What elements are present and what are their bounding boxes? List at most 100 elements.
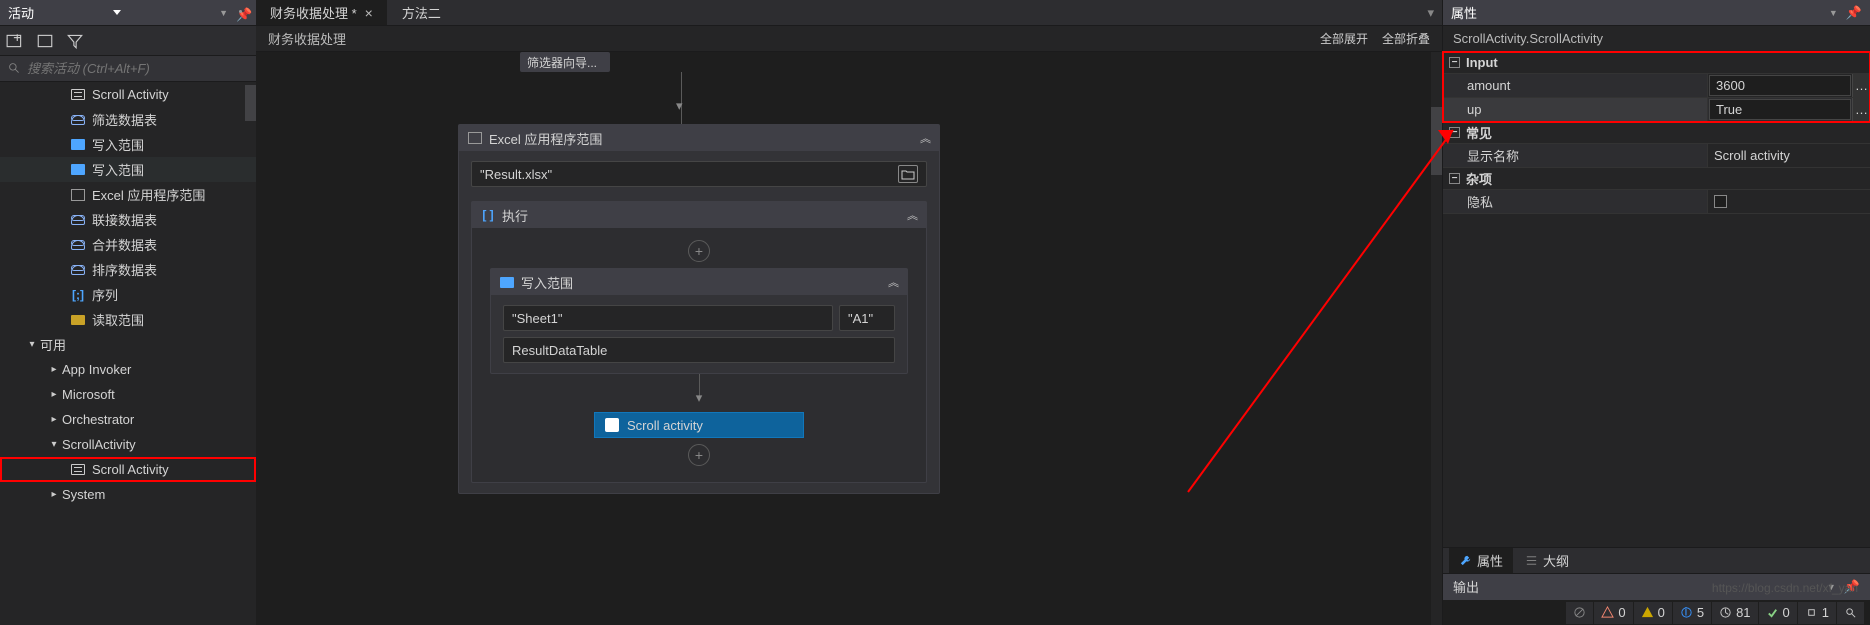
tree-item[interactable]: [;]序列 — [0, 282, 256, 307]
excel-scope-activity[interactable]: Excel 应用程序范围 ︽ "Result.xlsx" [ ] 执行 ︽ + — [458, 124, 940, 494]
status-errors[interactable]: 0 — [1594, 602, 1632, 624]
ellipsis-button[interactable]: … — [1852, 74, 1870, 97]
tab-active[interactable]: 财务收据处理 * × — [256, 0, 387, 25]
tree-item[interactable]: Scroll Activity — [0, 82, 256, 107]
collapse-icon[interactable]: − — [1449, 173, 1460, 184]
collapse-icon[interactable]: − — [1449, 57, 1460, 68]
category-misc[interactable]: − 杂项 — [1443, 168, 1870, 190]
status-trace[interactable]: 0 — [1759, 602, 1797, 624]
tree-label: App Invoker — [62, 362, 131, 377]
tree-item[interactable]: ▾ScrollActivity — [0, 432, 256, 457]
execute-activity[interactable]: [ ] 执行 ︽ + 写入范围 ︽ — [471, 201, 927, 483]
tree-item[interactable]: ▾可用 — [0, 332, 256, 357]
status-info[interactable]: i5 — [1673, 602, 1711, 624]
prop-row-up: up True … — [1443, 98, 1870, 122]
category-common[interactable]: − 常见 — [1443, 122, 1870, 144]
status-warnings[interactable]: 0 — [1634, 602, 1672, 624]
tree-item[interactable]: 写入范围 — [0, 132, 256, 157]
dropdown-icon[interactable] — [113, 10, 121, 15]
tree-item[interactable]: ▸Orchestrator — [0, 407, 256, 432]
prop-value-input[interactable]: 3600 — [1709, 75, 1851, 96]
expand-icon[interactable]: ▸ — [48, 364, 60, 375]
write-range-activity[interactable]: 写入范围 ︽ "Sheet1" "A1" ResultDataTable — [490, 268, 908, 374]
status-debug[interactable]: 1 — [1798, 602, 1836, 624]
activity-header[interactable]: 写入范围 ︽ — [491, 269, 907, 295]
tree-item[interactable]: 排序数据表 — [0, 257, 256, 282]
expand-icon[interactable]: ▾ — [48, 439, 60, 450]
tree-item[interactable]: 读取范围 — [0, 307, 256, 332]
tree-label: ScrollActivity — [62, 437, 136, 452]
read-icon — [70, 313, 86, 327]
document-tabs: 财务收据处理 * × 方法二 ▾ — [256, 0, 1442, 26]
add-icon[interactable] — [6, 32, 24, 50]
search-input[interactable] — [27, 61, 248, 76]
prop-row-amount: amount 3600 … — [1443, 74, 1870, 98]
expand-icon[interactable]: ▾ — [26, 339, 38, 350]
datatable-input[interactable]: ResultDataTable — [503, 337, 895, 363]
scrollbar-thumb[interactable] — [245, 85, 256, 121]
tab-properties[interactable]: 属性 — [1449, 548, 1513, 573]
category-input[interactable]: − Input — [1443, 52, 1870, 74]
tab-inactive[interactable]: 方法二 — [388, 0, 455, 25]
activity-header[interactable]: Excel 应用程序范围 ︽ — [459, 125, 939, 151]
ellipsis-button[interactable]: … — [1852, 98, 1870, 121]
excel-file-input[interactable]: "Result.xlsx" — [471, 161, 927, 187]
folder-icon[interactable] — [898, 165, 918, 183]
filter-wizard-button[interactable]: 筛选器向导... — [520, 52, 610, 72]
tree-item[interactable]: 合并数据表 — [0, 232, 256, 257]
dropdown-small-icon[interactable]: ▼ — [219, 8, 228, 18]
cell-input[interactable]: "A1" — [839, 305, 895, 331]
prop-value[interactable] — [1708, 190, 1870, 213]
collapse-icon[interactable]: − — [1449, 127, 1460, 138]
tree-label: System — [62, 487, 105, 502]
dropdown-small-icon[interactable]: ▼ — [1829, 8, 1838, 18]
status-search[interactable] — [1837, 602, 1864, 624]
close-icon[interactable]: × — [365, 5, 373, 21]
collapse-icon[interactable]: ︽ — [888, 274, 899, 290]
status-time[interactable]: 81 — [1712, 602, 1757, 624]
scroll-icon — [70, 88, 86, 102]
pin-icon[interactable]: 📌 — [236, 7, 248, 19]
tree-item[interactable]: ▸System — [0, 482, 256, 507]
tree-item[interactable]: Excel 应用程序范围 — [0, 182, 256, 207]
collapse-icon[interactable]: ︽ — [920, 130, 931, 146]
status-clear[interactable] — [1566, 602, 1593, 624]
collapse-icon[interactable]: ︽ — [907, 207, 918, 223]
tree-item[interactable]: Scroll Activity — [0, 457, 256, 482]
tree-item[interactable]: 写入范围 — [0, 157, 256, 182]
designer-area: 财务收据处理 * × 方法二 ▾ 财务收据处理 全部展开 全部折叠 筛选器向导.… — [256, 0, 1442, 625]
add-activity-button[interactable]: + — [688, 240, 710, 262]
expand-icon[interactable]: ▸ — [48, 389, 60, 400]
expand-icon[interactable]: ▸ — [48, 489, 60, 500]
filter-icon[interactable] — [66, 32, 84, 50]
expand-all-button[interactable]: 全部展开 — [1320, 30, 1368, 47]
canvas-scrollbar[interactable] — [1431, 52, 1442, 625]
tree-label: Excel 应用程序范围 — [92, 185, 205, 204]
workflow-canvas[interactable]: 筛选器向导... ▾ Excel 应用程序范围 ︽ "Result.xlsx" … — [256, 52, 1442, 625]
tree-item[interactable]: ▸App Invoker — [0, 357, 256, 382]
package-icon[interactable] — [36, 32, 54, 50]
tabs-overflow[interactable]: ▾ — [1419, 0, 1442, 25]
search-box — [0, 56, 256, 82]
checkbox[interactable] — [1714, 195, 1727, 208]
expand-icon[interactable]: ▸ — [48, 414, 60, 425]
tree-item[interactable]: 筛选数据表 — [0, 107, 256, 132]
tab-label: 财务收据处理 * — [270, 3, 357, 22]
prop-value[interactable]: Scroll activity — [1708, 144, 1870, 167]
tab-outline[interactable]: 大纲 — [1515, 548, 1579, 573]
search-icon — [8, 62, 21, 75]
output-title: 输出 — [1453, 577, 1479, 596]
pin-icon[interactable]: 📌 — [1846, 5, 1862, 21]
properties-title: 属性 — [1451, 3, 1640, 22]
breadcrumb[interactable]: 财务收据处理 — [268, 29, 346, 48]
add-activity-button[interactable]: + — [688, 444, 710, 466]
sheet-name-input[interactable]: "Sheet1" — [503, 305, 833, 331]
tree-item[interactable]: ▸Microsoft — [0, 382, 256, 407]
scrollbar-thumb[interactable] — [1431, 107, 1442, 175]
prop-value-input[interactable]: True — [1709, 99, 1851, 120]
activity-header[interactable]: [ ] 执行 ︽ — [472, 202, 926, 228]
collapse-all-button[interactable]: 全部折叠 — [1382, 30, 1430, 47]
tree-label: 联接数据表 — [92, 210, 157, 229]
scroll-activity-selected[interactable]: Scroll activity — [594, 412, 804, 438]
tree-item[interactable]: 联接数据表 — [0, 207, 256, 232]
